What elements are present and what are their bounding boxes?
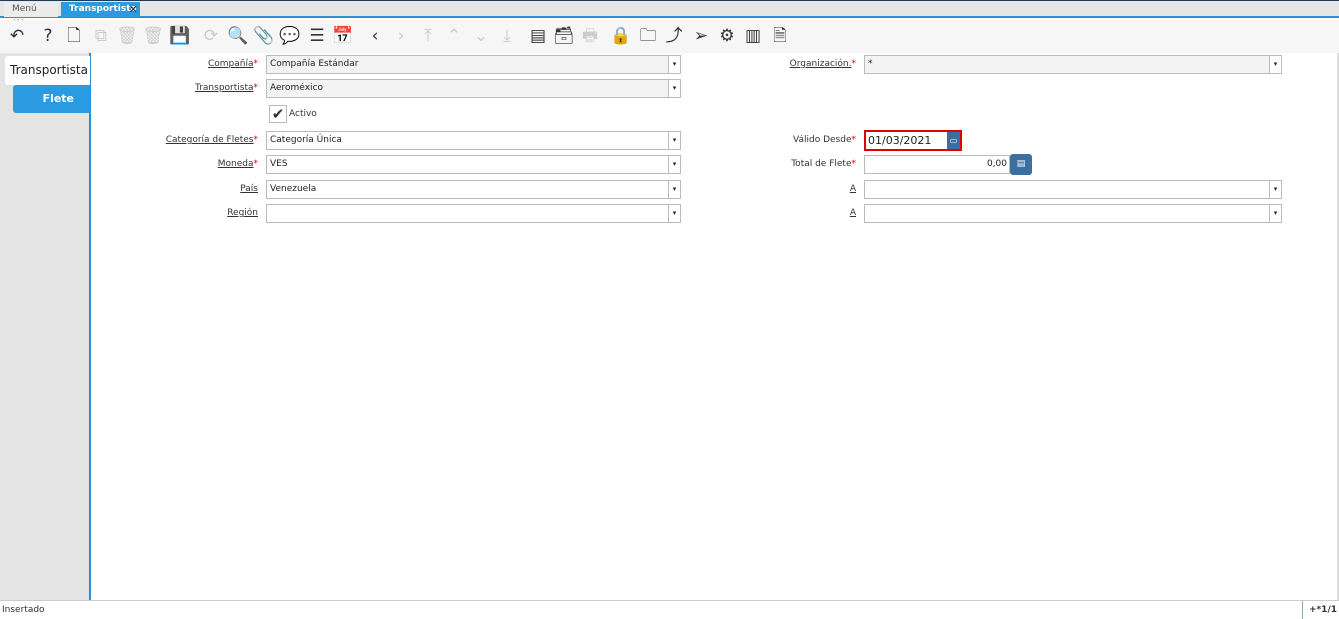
- lock-icon[interactable]: 🔒: [609, 24, 633, 48]
- moneda-field[interactable]: VES ▾: [266, 155, 681, 174]
- copy-icon[interactable]: ⧉: [89, 24, 113, 48]
- region-label[interactable]: Región: [150, 204, 258, 223]
- sidebar-tab-transportista[interactable]: Transportista: [5, 56, 90, 85]
- chevron-down-icon[interactable]: ▾: [668, 156, 680, 173]
- a-field-2[interactable]: ▾: [864, 204, 1282, 223]
- first-icon[interactable]: ⤒: [416, 24, 440, 48]
- last-icon[interactable]: ⤓: [495, 24, 519, 48]
- chevron-down-icon[interactable]: ▾: [668, 56, 680, 73]
- chevron-down-icon[interactable]: ▾: [1269, 56, 1281, 73]
- archive-icon[interactable]: 🗃: [552, 24, 576, 48]
- refresh-icon[interactable]: ⟳: [199, 24, 223, 48]
- a-label-2[interactable]: A: [720, 204, 856, 223]
- sidebar: Transportista Flete: [0, 53, 91, 600]
- pais-label[interactable]: País: [150, 180, 258, 199]
- chevron-down-icon[interactable]: ▾: [1269, 181, 1281, 198]
- undo-icon[interactable]: ↶: [5, 24, 29, 48]
- calculator-icon[interactable]: ▤: [1010, 154, 1032, 175]
- document-icon[interactable]: 🗎: [768, 24, 792, 48]
- activo-label: Activo: [289, 109, 317, 119]
- send-icon[interactable]: ➢: [689, 24, 713, 48]
- previous-icon[interactable]: ‹: [363, 24, 387, 48]
- a-field-1[interactable]: ▾: [864, 180, 1282, 199]
- compania-field[interactable]: Compañía Estándar ▾: [266, 55, 681, 74]
- barcode-search-icon[interactable]: ▥: [741, 24, 765, 48]
- status-text: Insertado: [2, 605, 45, 615]
- categoria-field[interactable]: Categoría Única ▾: [266, 131, 681, 150]
- transportista-field[interactable]: Aeroméxico ▾: [266, 79, 681, 98]
- moneda-label[interactable]: Moneda*: [150, 155, 258, 174]
- tab-label: Transportista: [69, 4, 137, 14]
- transportista-label[interactable]: Transportista*: [150, 79, 258, 98]
- chevron-down-icon[interactable]: ▾: [668, 181, 680, 198]
- chevron-down-icon[interactable]: ▾: [668, 132, 680, 149]
- a-label-1[interactable]: A: [720, 180, 856, 199]
- calendar-icon[interactable]: 📅: [331, 24, 355, 48]
- next-icon[interactable]: ›: [389, 24, 413, 48]
- valido-desde-label: Válido Desde*: [793, 135, 856, 145]
- tab-menu[interactable]: Menú (9): [4, 2, 58, 29]
- organizacion-field[interactable]: * ▾: [864, 55, 1282, 74]
- chevron-down-icon[interactable]: ▾: [668, 205, 680, 222]
- pais-field[interactable]: Venezuela ▾: [266, 180, 681, 199]
- search-icon[interactable]: 🔍: [226, 24, 250, 48]
- organizacion-label[interactable]: Organización.*: [720, 55, 856, 74]
- toolbar: ↶? 🗋 ⧉ 🗑 🗑 💾 ⟳ 🔍 📎 💬 ☰ 📅 ‹ › ⤒ ⌃ ⌄ ⤓ ▤ 🗃 🖶 🔒 🗀 ⤴ ➢ ⚙ ▥ 🗎: [0, 20, 1339, 53]
- sidebar-tab-flete[interactable]: Flete: [13, 85, 90, 113]
- parent-icon[interactable]: ⌃: [442, 24, 466, 48]
- detail-icon[interactable]: ⌄: [469, 24, 493, 48]
- delete-icon[interactable]: 🗑: [115, 24, 139, 48]
- calendar-icon[interactable]: ▭: [947, 132, 960, 149]
- chevron-down-icon[interactable]: ▾: [1269, 205, 1281, 222]
- record-navigation: +*1/1: [1301, 601, 1337, 619]
- chat-icon[interactable]: 💬: [278, 24, 302, 48]
- close-icon[interactable]: ✕: [129, 2, 138, 17]
- process-gear-icon[interactable]: ⚙: [715, 24, 739, 48]
- categoria-label[interactable]: Categoría de Fletes*: [130, 131, 258, 150]
- zoom-across-icon[interactable]: 🗀: [636, 24, 660, 48]
- help-icon[interactable]: ?: [36, 24, 60, 48]
- workflow-icon[interactable]: ⤴: [662, 24, 686, 48]
- new-record-icon[interactable]: 🗋: [62, 24, 86, 48]
- tab-bar: Menú (9) Transportista✕: [0, 0, 1339, 29]
- compania-label[interactable]: Compañía*: [150, 55, 258, 74]
- region-field[interactable]: ▾: [266, 204, 681, 223]
- grid-toggle-icon[interactable]: ☰: [305, 24, 329, 48]
- total-flete-field[interactable]: 0,00: [864, 155, 1010, 174]
- save-icon[interactable]: 💾: [168, 24, 192, 48]
- print-icon[interactable]: 🖶: [578, 24, 602, 48]
- valido-desde-field[interactable]: 01/03/2021 ▭: [864, 130, 962, 151]
- chevron-down-icon[interactable]: ▾: [668, 80, 680, 97]
- total-flete-label: Total de Flete*: [791, 159, 856, 169]
- tab-transportista[interactable]: Transportista ✕: [61, 2, 140, 17]
- activo-checkbox[interactable]: ✔: [269, 105, 287, 123]
- status-bar: Insertado +*1/1: [0, 600, 1339, 619]
- report-icon[interactable]: ▤: [526, 24, 550, 48]
- delete-selection-icon[interactable]: 🗑: [141, 24, 165, 48]
- attachment-icon[interactable]: 📎: [252, 24, 276, 48]
